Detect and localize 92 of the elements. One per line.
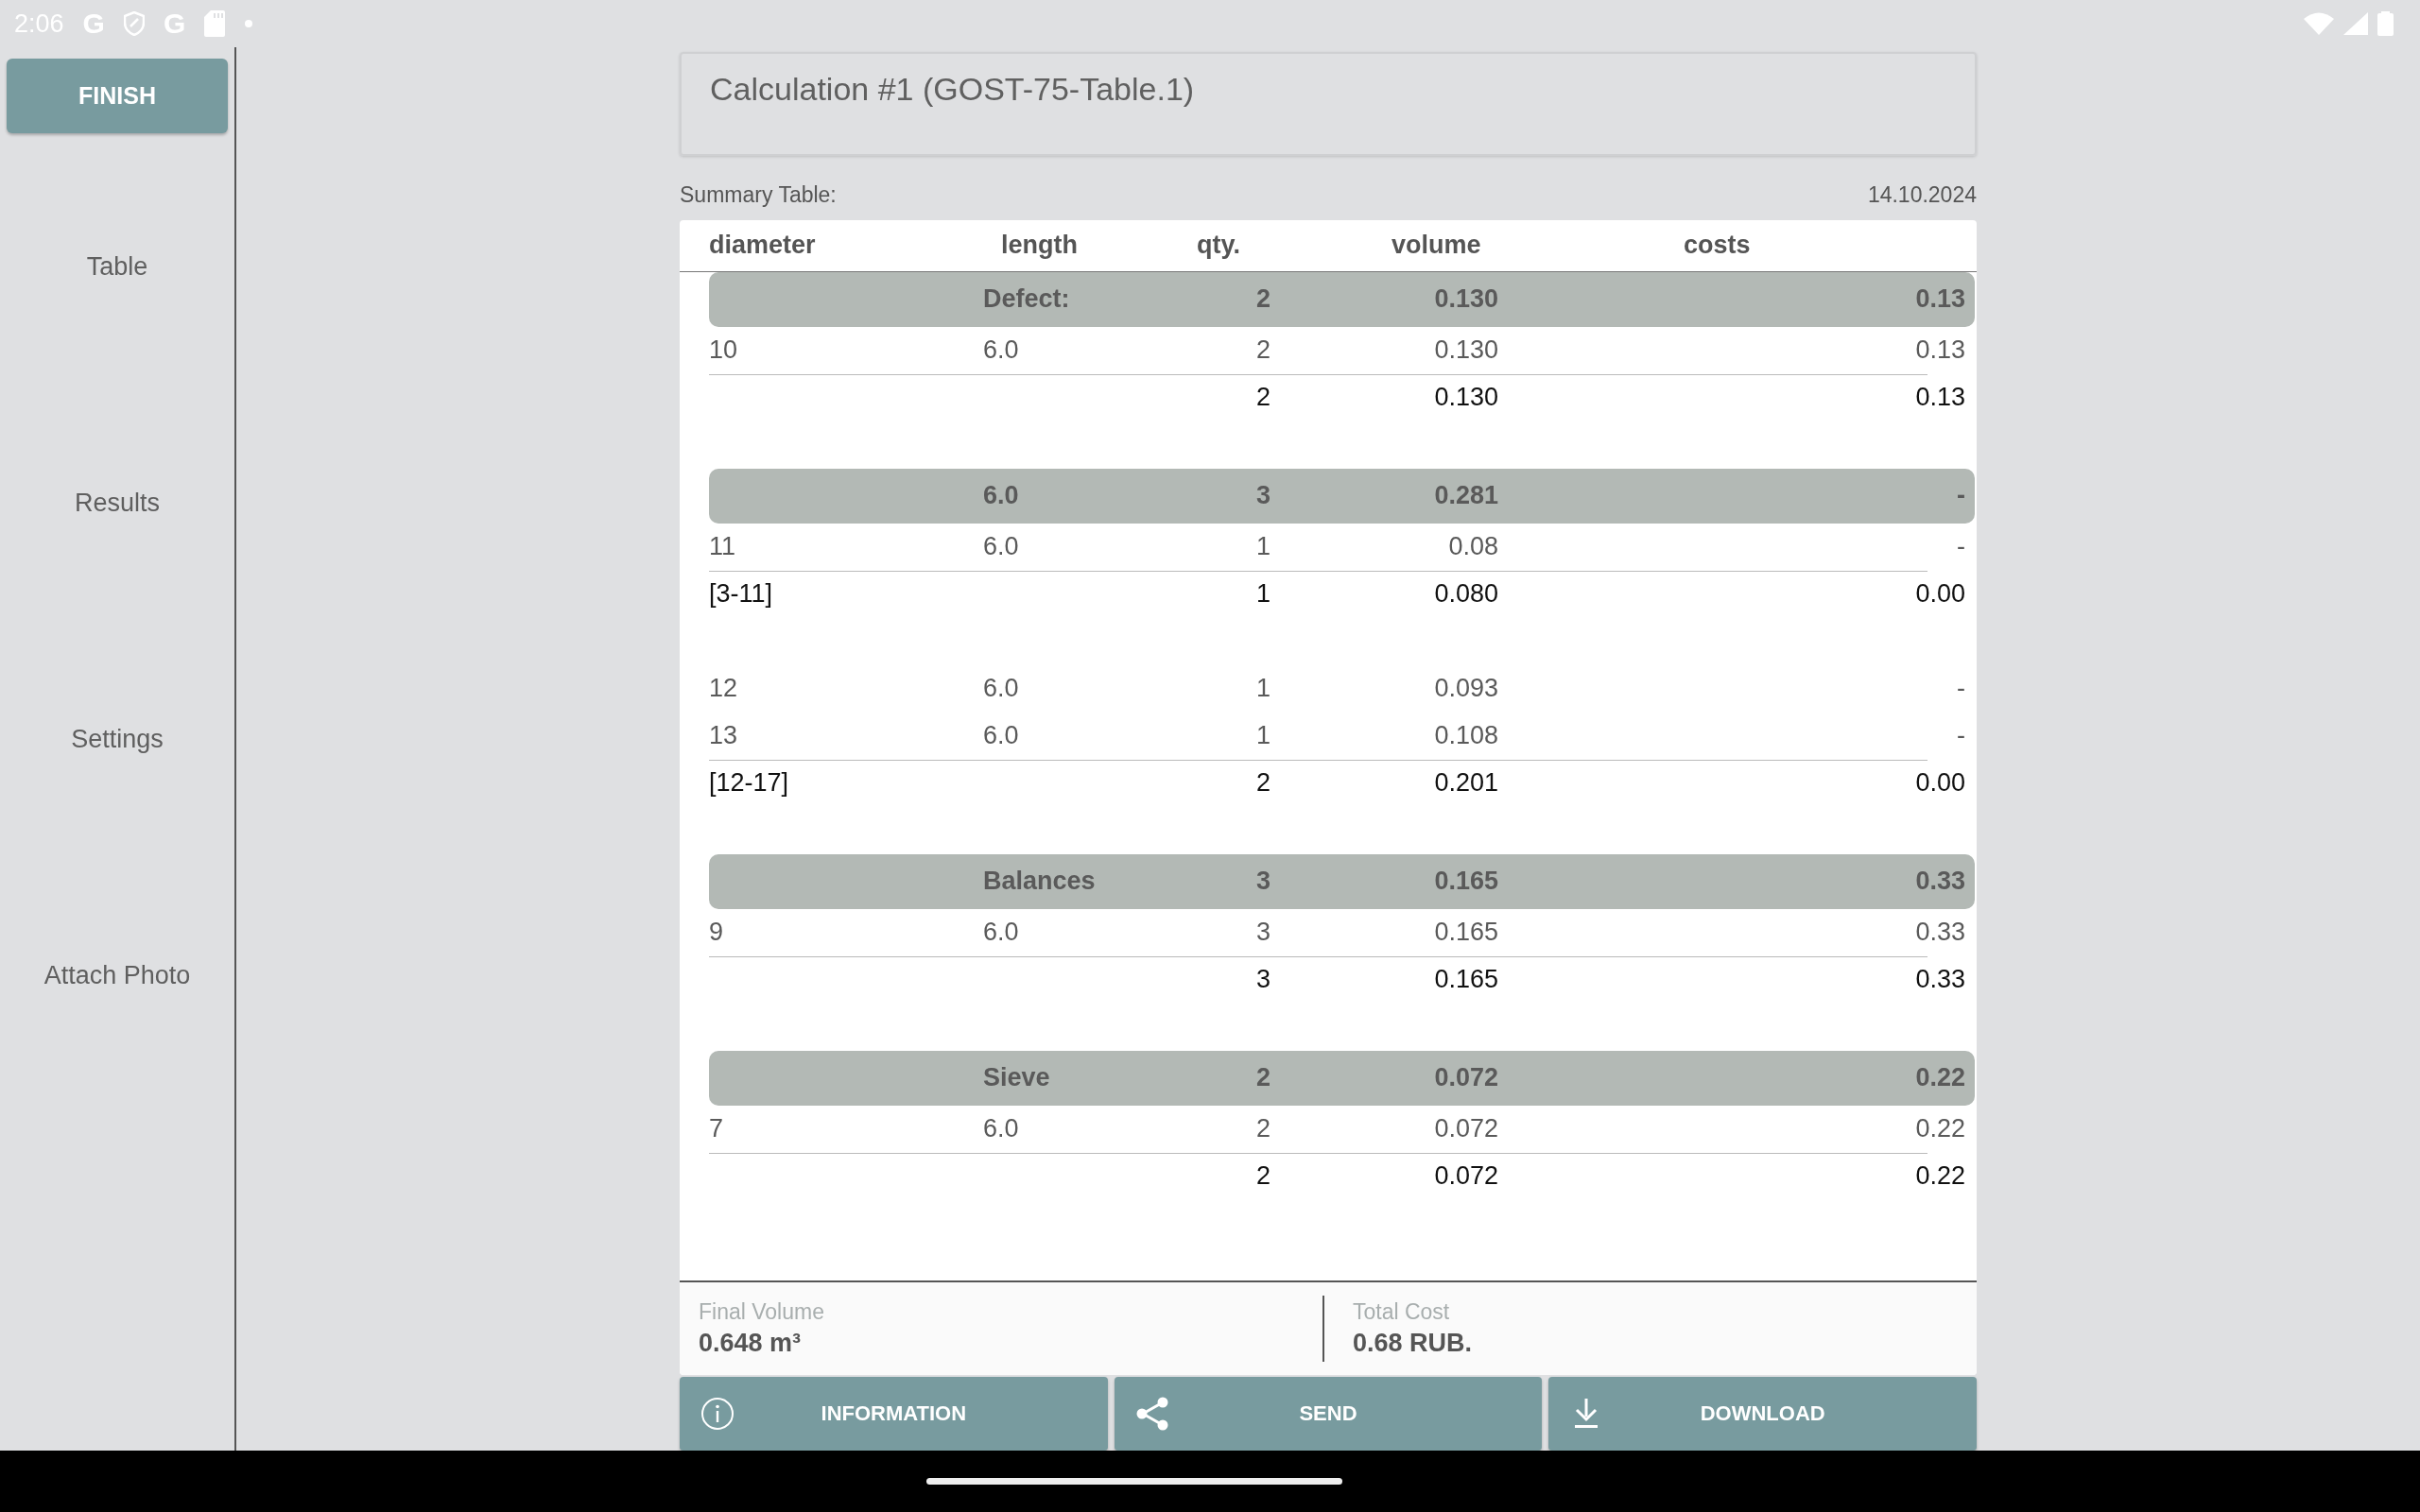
table-cell-text: 3 — [1254, 867, 1270, 897]
action-button[interactable]: INFORMATION — [680, 1377, 1108, 1451]
table-cell-text: 0.130 — [1433, 284, 1498, 315]
table-cell-text: 0.33 — [1914, 965, 1965, 995]
table-cell-text: 0.22 — [1914, 1063, 1965, 1093]
table-cell-text: 6.0 — [983, 674, 1020, 704]
table-cell-text: 0.093 — [1433, 674, 1498, 704]
table-cell-text: 3 — [1254, 918, 1270, 948]
share-icon — [1134, 1397, 1169, 1431]
table-cell-text: 2 — [1254, 383, 1270, 413]
table-cell-text: 0.165 — [1433, 965, 1498, 995]
table-cell-text: 6.0 — [983, 335, 1020, 366]
table-cell-text: 0.33 — [1914, 867, 1965, 897]
table-cell-text: 0.072 — [1433, 1114, 1498, 1144]
table-cell-text: 0.13 — [1914, 383, 1965, 413]
table-cell-text: Sieve — [983, 1063, 1051, 1093]
table-cell-text: - — [1956, 721, 1965, 751]
table-cell-text: 0.201 — [1433, 768, 1498, 799]
date-label: 14.10.2024 — [1867, 181, 1977, 208]
table-cell-text: 0.22 — [1914, 1114, 1965, 1144]
table-cell-text: 3 — [1254, 481, 1270, 511]
table-cell-text: 0.165 — [1433, 867, 1498, 897]
table-cell-text: 6.0 — [983, 532, 1020, 562]
table-cell-text: 9 — [709, 918, 725, 948]
action-button[interactable]: SEND — [1114, 1377, 1543, 1451]
table-cell-text: 7 — [709, 1114, 725, 1144]
table-cell-text: 2 — [1254, 335, 1270, 366]
table-cell-text: 13 — [709, 721, 739, 751]
column-header: diameter — [709, 231, 816, 261]
column-header: costs — [1684, 231, 1751, 261]
table-cell-text: 2 — [1254, 1063, 1270, 1093]
table-cell-text: 2 — [1254, 284, 1270, 315]
table-cell-text: - — [1956, 481, 1965, 511]
table-cell-text: 6.0 — [983, 1114, 1020, 1144]
table-cell-text: 0.22 — [1914, 1161, 1965, 1192]
table-cell-text: 0.108 — [1433, 721, 1498, 751]
sidebar-item[interactable]: Results — [74, 385, 160, 621]
table-cell-text: 10 — [709, 335, 739, 366]
table-cell-text: 0.13 — [1914, 335, 1965, 366]
column-header: volume — [1392, 231, 1481, 261]
summary-caption: Total Cost — [1353, 1299, 1451, 1325]
table-cell-text: - — [1956, 674, 1965, 704]
column-header: length — [1001, 231, 1078, 261]
table-cell-text: 0.08 — [1447, 532, 1498, 562]
summary-value: 0.68 RUB. — [1353, 1329, 1474, 1358]
table-cell-text: 3 — [1254, 965, 1270, 995]
dot-icon — [244, 19, 254, 28]
table-cell-text: 0.130 — [1433, 383, 1498, 413]
summary-value: 0.648 m³ — [699, 1329, 803, 1358]
table-cell-text: 0.281 — [1433, 481, 1498, 511]
summary-label: Summary Table: — [680, 181, 837, 208]
action-button[interactable]: DOWNLOAD — [1548, 1377, 1977, 1451]
table-cell-text: 6.0 — [983, 721, 1020, 751]
home-gesture-bar[interactable] — [926, 1478, 1342, 1485]
table-cell-text: Defect: — [983, 284, 1071, 315]
table-cell-text: 1 — [1254, 579, 1270, 610]
sd-card-icon — [204, 10, 226, 37]
calculation-title: Calculation #1 (GOST-75-Table.1) — [710, 71, 1195, 108]
table-cell-text: Balances — [983, 867, 1097, 897]
table-cell-text: 0.130 — [1433, 335, 1498, 366]
sidebar-item[interactable]: Settings — [71, 621, 164, 857]
table-cell-text: 0.00 — [1914, 768, 1965, 799]
table-cell-text: [3-11] — [709, 579, 774, 610]
battery-icon — [2377, 11, 2394, 36]
table-cell-text: 0.00 — [1914, 579, 1965, 610]
signal-icon — [2343, 12, 2368, 35]
table-cell-text: 0.072 — [1433, 1161, 1498, 1192]
finish-button[interactable]: FINISH — [7, 59, 228, 133]
table-cell-text: 0.080 — [1433, 579, 1498, 610]
table-cell-text: 0.165 — [1433, 918, 1498, 948]
sidebar-item[interactable]: Attach Photo — [43, 857, 191, 1093]
table-cell-text: 6.0 — [983, 918, 1020, 948]
info-icon — [700, 1397, 735, 1431]
table-cell-text: [12-17] — [709, 768, 790, 799]
table-cell-text: 2 — [1254, 1114, 1270, 1144]
table-cell-text: 12 — [709, 674, 739, 704]
column-header: qty. — [1197, 231, 1240, 261]
wifi-icon — [2304, 12, 2334, 35]
table-cell-text: 6.0 — [983, 481, 1020, 511]
table-cell-text: 1 — [1254, 721, 1270, 751]
table-cell-text: 2 — [1254, 768, 1270, 799]
table-cell-text: 11 — [709, 532, 737, 562]
table-cell-text: 0.13 — [1914, 284, 1965, 315]
shield-icon — [123, 11, 145, 36]
table-cell-text: 1 — [1254, 532, 1270, 562]
table-cell-text: - — [1956, 532, 1965, 562]
table-cell-text: 0.33 — [1914, 918, 1965, 948]
sidebar-item[interactable]: Table — [86, 148, 148, 385]
table-cell-text: 1 — [1254, 674, 1270, 704]
table-cell-text: 2 — [1254, 1161, 1270, 1192]
summary-caption: Final Volume — [699, 1299, 825, 1325]
table-cell-text: 0.072 — [1433, 1063, 1498, 1093]
